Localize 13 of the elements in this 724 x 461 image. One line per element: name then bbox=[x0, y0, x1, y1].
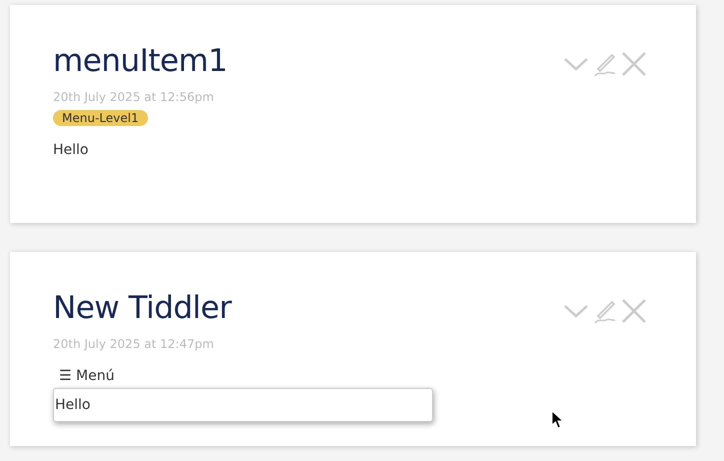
mouse-pointer-icon bbox=[551, 410, 565, 430]
tag-pill[interactable]: Menu-Level1 bbox=[53, 110, 148, 126]
pencil-icon[interactable] bbox=[593, 51, 617, 77]
pencil-icon[interactable] bbox=[593, 298, 617, 324]
menu-button[interactable]: ☰ Menú bbox=[53, 368, 120, 384]
modified-date: 20th July 2025 at 12:47pm bbox=[53, 337, 215, 351]
tiddler-text: Hello bbox=[53, 142, 90, 158]
tiddler-title: New Tiddler bbox=[53, 289, 232, 328]
close-icon[interactable] bbox=[621, 51, 647, 77]
menu-item[interactable]: Hello bbox=[54, 389, 432, 421]
modified-date: 20th July 2025 at 12:56pm bbox=[53, 90, 215, 104]
tiddler-title: menuItem1 bbox=[53, 42, 228, 81]
close-icon[interactable] bbox=[621, 298, 647, 324]
